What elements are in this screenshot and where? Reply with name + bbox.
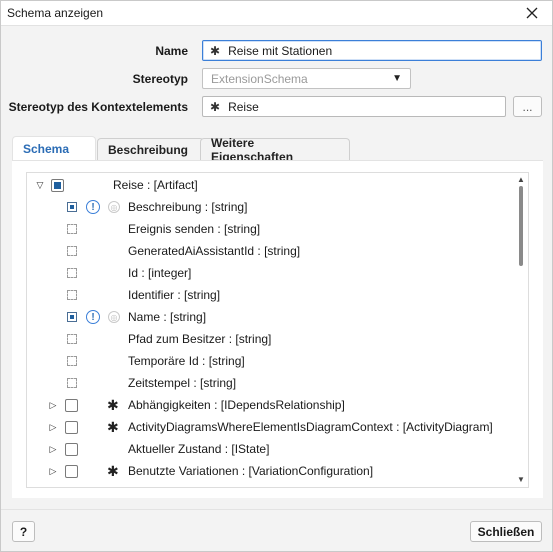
attribute-label: Id : [integer] (128, 266, 192, 280)
attribute-row[interactable]: Zeitstempel : [string] (27, 372, 517, 394)
expand-icon[interactable]: ▷ (47, 421, 59, 433)
asterisk-icon: ✱ (107, 462, 119, 479)
chevron-down-icon: ▼ (392, 73, 402, 84)
attribute-checkbox[interactable] (67, 246, 77, 256)
title-bar: Schema anzeigen (1, 1, 552, 26)
name-field[interactable]: ✱ Reise mit Stationen (202, 40, 542, 61)
attribute-label: Pfad zum Besitzer : [string] (128, 332, 272, 346)
root-checkbox[interactable] (51, 178, 64, 192)
attribute-row[interactable]: ! ◎ Beschreibung : [string] (27, 196, 517, 218)
expand-icon[interactable]: ▷ (47, 443, 59, 455)
stereotype-label: Stereotyp (132, 72, 188, 86)
attribute-checkbox[interactable] (67, 202, 77, 212)
scroll-down-icon[interactable]: ▼ (517, 475, 525, 484)
attribute-label: Ereignis senden : [string] (128, 222, 261, 236)
close-icon[interactable] (520, 2, 544, 24)
association-checkbox[interactable] (65, 442, 78, 456)
association-row[interactable]: ▷ ✱ Abhängigkeiten : [IDependsRelationsh… (27, 394, 517, 416)
attribute-checkbox[interactable] (67, 356, 77, 366)
attribute-checkbox[interactable] (67, 224, 77, 234)
asterisk-icon: ✱ (210, 43, 221, 58)
attribute-checkbox[interactable] (67, 378, 77, 388)
association-label: Aktueller Zustand : [IState] (128, 442, 270, 456)
attribute-row[interactable]: Identifier : [string] (27, 284, 517, 306)
attribute-label: Identifier : [string] (128, 288, 221, 302)
schema-tree[interactable]: ▽ Reise : [Artifact] ! ◎ Beschreibung : … (26, 172, 529, 488)
info-icon: ! (86, 200, 100, 214)
stereotype-value: ExtensionSchema (211, 71, 308, 86)
attribute-label: GeneratedAiAssistantId : [string] (128, 244, 301, 258)
attribute-row[interactable]: GeneratedAiAssistantId : [string] (27, 240, 517, 262)
tree-root-row[interactable]: ▽ Reise : [Artifact] (27, 174, 517, 196)
schema-dialog: Schema anzeigen Name ✱ Reise mit Station… (0, 0, 553, 552)
scroll-up-icon[interactable]: ▲ (517, 175, 525, 184)
browse-button[interactable]: ... (513, 96, 542, 117)
attribute-label: Zeitstempel : [string] (128, 376, 237, 390)
attribute-checkbox[interactable] (67, 290, 77, 300)
association-checkbox[interactable] (65, 420, 78, 434)
stereotype-select[interactable]: ExtensionSchema ▼ (202, 68, 411, 89)
scrollbar-thumb[interactable] (519, 186, 523, 266)
asterisk-icon: ✱ (107, 418, 119, 435)
help-button[interactable]: ? (12, 521, 35, 542)
asterisk-icon: ✱ (210, 99, 221, 114)
tab-weitere-eigenschaften[interactable]: Weitere Eigenschaften (200, 136, 350, 164)
expand-icon[interactable]: ▷ (47, 399, 59, 411)
collapse-icon[interactable]: ▽ (34, 179, 46, 191)
context-stereotype-value: Reise (228, 99, 259, 114)
attribute-label: Beschreibung : [string] (128, 200, 248, 214)
tab-schema[interactable]: Schema (12, 136, 96, 160)
attribute-label: Temporäre Id : [string] (128, 354, 245, 368)
attribute-checkbox[interactable] (67, 268, 77, 278)
attribute-checkbox[interactable] (67, 334, 77, 344)
association-label: Abhängigkeiten : [IDependsRelationship] (128, 398, 345, 412)
tree-root-label: Reise : [Artifact] (113, 178, 198, 192)
constraint-icon: ◎ (108, 201, 120, 213)
asterisk-icon: ✱ (107, 396, 119, 413)
footer-divider (1, 509, 552, 510)
association-label: Benutzte Variationen : [VariationConfigu… (128, 464, 374, 478)
attribute-label: Name : [string] (128, 310, 207, 324)
association-checkbox[interactable] (65, 398, 78, 412)
attribute-row[interactable]: Temporäre Id : [string] (27, 350, 517, 372)
context-stereotype-label: Stereotyp des Kontextelements (8, 100, 188, 114)
tree-scrollbar[interactable]: ▲ ▼ (515, 173, 527, 487)
attribute-row[interactable]: Id : [integer] (27, 262, 517, 284)
attribute-row[interactable]: Pfad zum Besitzer : [string] (27, 328, 517, 350)
info-icon: ! (86, 310, 100, 324)
attribute-row[interactable]: ! ◎ Name : [string] (27, 306, 517, 328)
attribute-row[interactable]: Ereignis senden : [string] (27, 218, 517, 240)
window-title: Schema anzeigen (7, 6, 104, 20)
context-stereotype-field[interactable]: ✱ Reise (202, 96, 506, 117)
close-button[interactable]: Schließen (470, 521, 542, 542)
expand-icon[interactable]: ▷ (47, 465, 59, 477)
name-label: Name (155, 44, 188, 58)
association-row[interactable]: ▷ Aktueller Zustand : [IState] (27, 438, 517, 460)
name-value: Reise mit Stationen (228, 43, 333, 58)
attribute-checkbox[interactable] (67, 312, 77, 322)
tab-beschreibung[interactable]: Beschreibung (97, 138, 204, 160)
constraint-icon: ◎ (108, 311, 120, 323)
association-row[interactable]: ▷ ✱ Benutzte Variationen : [VariationCon… (27, 460, 517, 482)
association-checkbox[interactable] (65, 464, 78, 478)
association-label: ActivityDiagramsWhereElementIsDiagramCon… (128, 420, 493, 434)
association-row[interactable]: ▷ ✱ ActivityDiagramsWhereElementIsDiagra… (27, 416, 517, 438)
